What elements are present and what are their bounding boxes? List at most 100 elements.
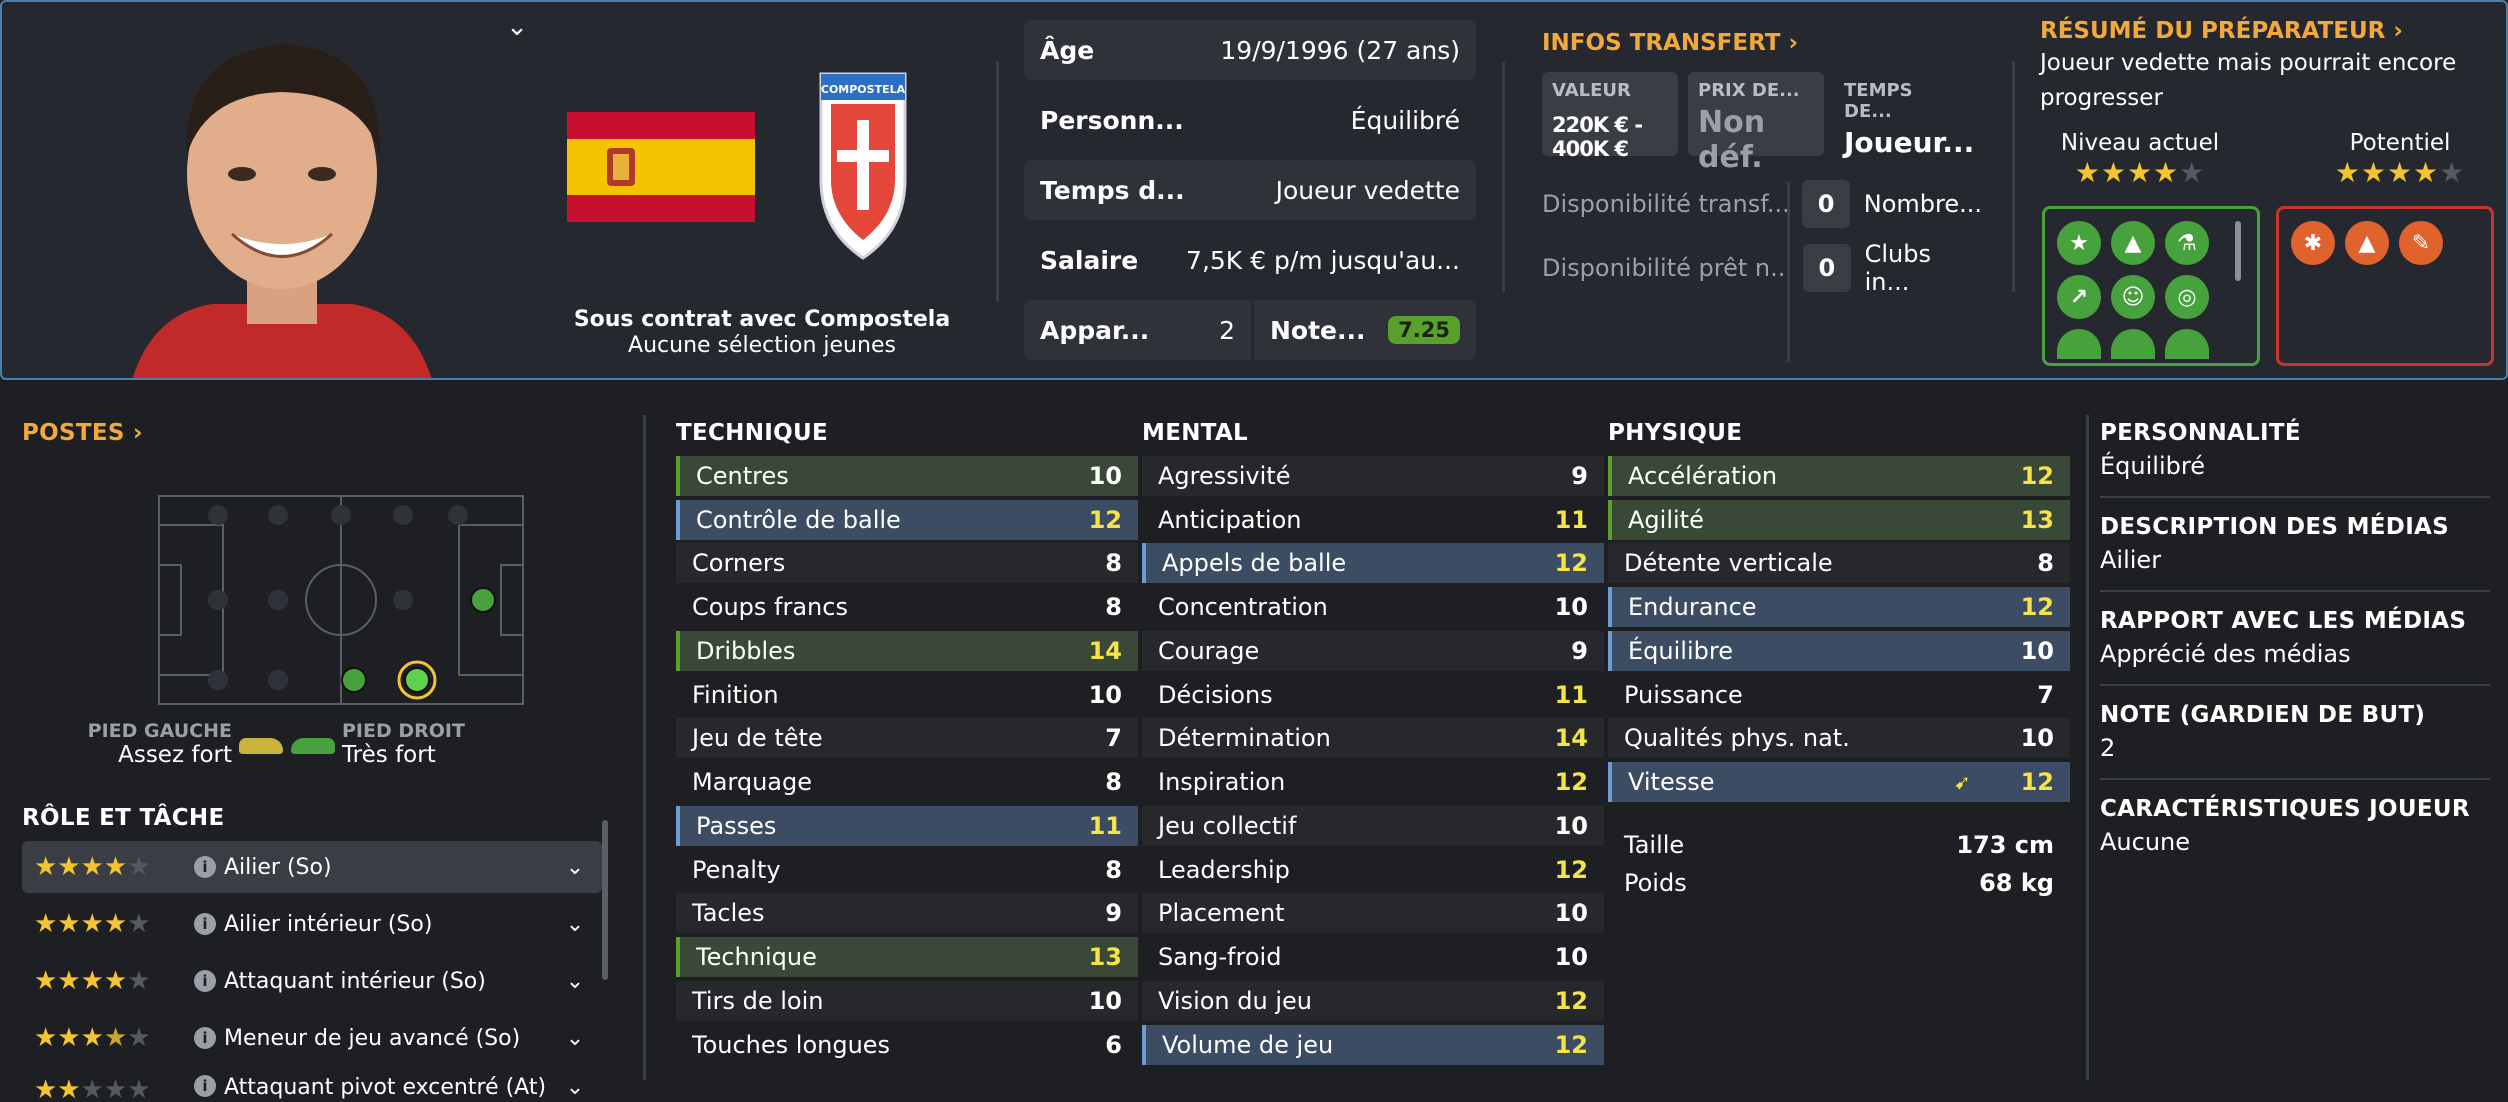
attribute-row[interactable]: Jeu collectif 10	[1142, 805, 1604, 846]
info-icon[interactable]: i	[194, 856, 216, 878]
appearances[interactable]: Appar... 2	[1024, 300, 1254, 360]
position-pitch[interactable]	[158, 495, 524, 705]
roles-list: RÔLE ET TÂCHE ★★★★★ i Ailier (So) ⌄ ★★★★…	[22, 805, 602, 1102]
role-item[interactable]: ★★★★★ i Attaquant pivot excentré (At) ⌄	[22, 1069, 602, 1099]
goalkeeper-rating-block[interactable]: NOTE (GARDIEN DE BUT) 2	[2100, 702, 2490, 780]
attribute-row[interactable]: Détente verticale 8	[1608, 543, 2070, 584]
info-icon[interactable]: i	[194, 1027, 216, 1049]
coach-summary: RÉSUMÉ DU PRÉPARATEUR › Joueur vedette m…	[2040, 18, 2500, 189]
chevron-down-icon[interactable]: ⌄	[560, 969, 590, 994]
personality-row[interactable]: Personn... Équilibré	[1024, 90, 1476, 150]
personality-block[interactable]: PERSONNALITÉ Équilibré	[2100, 420, 2490, 498]
chevron-down-icon[interactable]: ⌄	[560, 912, 590, 937]
attribute-row[interactable]: Endurance 12	[1608, 587, 2070, 627]
player-traits-block[interactable]: CARACTÉRISTIQUES JOUEUR Aucune	[2100, 796, 2490, 872]
attribute-row[interactable]: Appels de balle 12	[1142, 543, 1604, 584]
salary-row[interactable]: Salaire 7,5K € p/m jusqu'au...	[1024, 230, 1476, 290]
info-icon[interactable]: i	[194, 970, 216, 992]
attribute-row[interactable]: Puissance 7	[1608, 675, 2070, 715]
attribute-row[interactable]: Courage 9	[1142, 630, 1604, 671]
role-item[interactable]: ★★★★★ i Ailier intérieur (So) ⌄	[22, 898, 602, 950]
loan-availability[interactable]: Disponibilité prêt n... 0 Clubs in...	[1542, 240, 1982, 296]
info-icon[interactable]: i	[194, 1075, 216, 1097]
role-item[interactable]: ★★★★★ i Meneur de jeu avancé (So) ⌄	[22, 1012, 602, 1064]
attribute-row[interactable]: Leadership 12	[1142, 850, 1604, 890]
attribute-row[interactable]: Volume de jeu 12	[1142, 1024, 1604, 1065]
attribute-row[interactable]: Équilibre 10	[1608, 630, 2070, 671]
attribute-row[interactable]: Dribbles 14	[676, 630, 1138, 671]
attribute-row[interactable]: Finition 10	[676, 675, 1138, 715]
attribute-row[interactable]: Décisions 11	[1142, 675, 1604, 715]
chevron-down-icon[interactable]: ⌄	[560, 1026, 590, 1051]
rating-badge: 7.25	[1388, 316, 1460, 344]
flask-icon: ⚗	[2165, 221, 2209, 265]
attribute-row[interactable]: Concentration 10	[1142, 587, 1604, 627]
role-stars: ★★★★★	[34, 1023, 151, 1053]
attribute-row[interactable]: Vitesse ➹ 12	[1608, 762, 2070, 802]
chevron-down-icon[interactable]: ⌄	[502, 12, 532, 42]
attribute-row[interactable]: Agressivité 9	[1142, 455, 1604, 496]
attribute-row[interactable]: Anticipation 11	[1142, 500, 1604, 540]
attribute-row[interactable]: Qualités phys. nat. 10	[1608, 718, 2070, 759]
asking-price-box[interactable]: PRIX DE... Non déf.	[1688, 72, 1824, 175]
attribute-row[interactable]: Penalty 8	[676, 850, 1138, 890]
divider	[1787, 182, 1790, 362]
media-description-block[interactable]: DESCRIPTION DES MÉDIAS Ailier	[2100, 514, 2490, 592]
attribute-row[interactable]: Tacles 9	[676, 893, 1138, 934]
transfer-info-link[interactable]: INFOS TRANSFERT ›	[1542, 30, 1982, 56]
star-icon: ★	[2057, 221, 2101, 265]
playtime-row[interactable]: Temps d... Joueur vedette	[1024, 160, 1476, 220]
divider	[2086, 415, 2089, 1080]
weaknesses-box[interactable]: ✱ ▲ ✎	[2276, 206, 2494, 366]
value-box[interactable]: VALEUR 220K € - 400K €	[1542, 72, 1678, 161]
attribute-row[interactable]: Touches longues 6	[676, 1025, 1138, 1065]
attribute-row[interactable]: Tirs de loin 10	[676, 980, 1138, 1021]
chevron-down-icon[interactable]: ⌄	[560, 1075, 590, 1099]
info-icon[interactable]: i	[194, 913, 216, 935]
attribute-row[interactable]: Centres 10	[676, 455, 1138, 496]
attribute-row[interactable]: Agilité 13	[1608, 499, 2070, 540]
attribute-row[interactable]: Sang-froid 10	[1142, 937, 1604, 977]
playtime-box[interactable]: TEMPS DE... Joueur...	[1834, 72, 1974, 159]
attribute-row[interactable]: Inspiration 12	[1142, 762, 1604, 802]
attribute-row[interactable]: Corners 8	[676, 543, 1138, 584]
roles-title: RÔLE ET TÂCHE	[22, 805, 225, 831]
role-stars: ★★★★★	[34, 909, 151, 939]
attribute-row[interactable]: Jeu de tête 7	[676, 718, 1138, 759]
attribute-row[interactable]: Accélération 12	[1608, 455, 2070, 496]
attribute-row[interactable]: Marquage 8	[676, 762, 1138, 802]
mental-attributes: MENTAL Agressivité 9 Anticipation 11 Appel…	[1142, 420, 1604, 1065]
boot-icon	[2057, 329, 2101, 359]
average-rating[interactable]: Note... 7.25	[1254, 300, 1476, 360]
ball-icon	[2165, 329, 2209, 359]
strengths-box[interactable]: ★ ▲ ⚗ ↗ ☺ ◎	[2042, 206, 2260, 366]
age-row: Âge 19/9/1996 (27 ans)	[1024, 20, 1476, 80]
transfer-availability[interactable]: Disponibilité transf... 0 Nombre...	[1542, 180, 1982, 228]
positions-panel: POSTES › PIED GAUCHE Assez fort PIED DRO…	[22, 420, 602, 1099]
attribute-row[interactable]: Placement 10	[1142, 893, 1604, 934]
strengths-scrollbar[interactable]	[2235, 221, 2241, 281]
gears-icon: ✱	[2291, 221, 2335, 265]
positions-link[interactable]: POSTES ›	[22, 420, 602, 446]
attribute-row[interactable]: Détermination 14	[1142, 718, 1604, 759]
attribute-row[interactable]: Contrôle de balle 12	[676, 499, 1138, 540]
technical-attributes: TECHNIQUE Centres 10 Contrôle de balle 12 …	[676, 420, 1138, 1065]
attribute-row[interactable]: Coups francs 8	[676, 587, 1138, 627]
attribute-row[interactable]: Technique 13	[676, 937, 1138, 977]
chevron-down-icon[interactable]: ⌄	[560, 855, 590, 880]
role-item[interactable]: ★★★★★ i Ailier (So) ⌄	[22, 841, 602, 893]
attribute-row[interactable]: Vision du jeu 12	[1142, 980, 1604, 1021]
divider	[996, 62, 999, 302]
media-relation-block[interactable]: RAPPORT AVEC LES MÉDIAS Apprécié des méd…	[2100, 608, 2490, 686]
target-icon: ◎	[2165, 275, 2209, 319]
mental-title: MENTAL	[1142, 420, 1249, 446]
youth-selection: Aucune sélection jeunes	[628, 333, 896, 358]
attributes-panel: POSTES › PIED GAUCHE Assez fort PIED DRO…	[0, 395, 2508, 1102]
transfer-info: INFOS TRANSFERT › VALEUR 220K € - 400K €…	[1542, 30, 1982, 296]
role-item[interactable]: ★★★★★ i Attaquant intérieur (So) ⌄	[22, 955, 602, 1007]
height-row: Taille 173 cm	[1624, 831, 2054, 859]
right-boot-icon	[290, 738, 335, 754]
roles-scrollbar[interactable]	[602, 820, 608, 980]
coach-summary-link[interactable]: RÉSUMÉ DU PRÉPARATEUR ›	[2040, 18, 2500, 44]
attribute-row[interactable]: Passes 11	[676, 805, 1138, 846]
